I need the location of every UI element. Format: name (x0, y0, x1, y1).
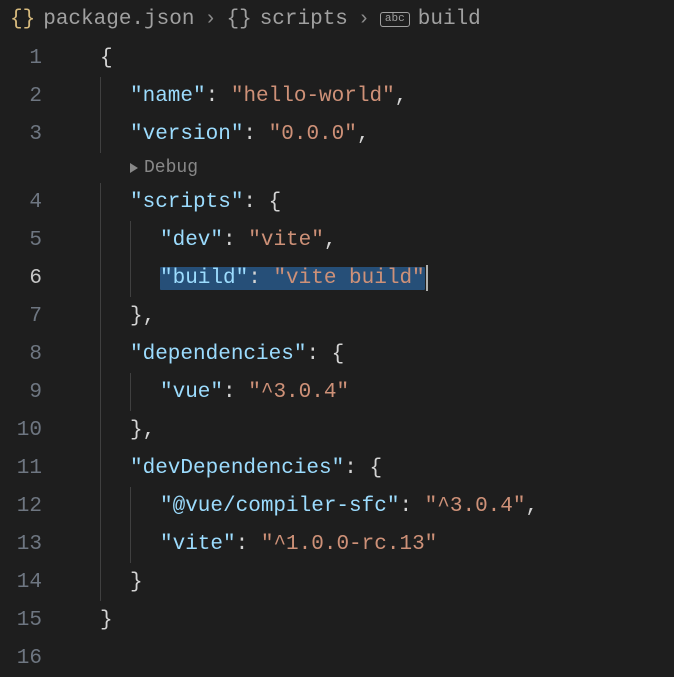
line-number: 6 (0, 267, 70, 290)
breadcrumb-label: package.json (43, 8, 194, 31)
breadcrumb-label: scripts (260, 8, 348, 31)
json-file-icon: {} (10, 8, 35, 31)
code-line[interactable]: 15 } (0, 601, 674, 639)
code-line[interactable]: 16 (0, 639, 674, 677)
line-number: 13 (0, 533, 70, 556)
selection: "build": "vite build" (160, 267, 425, 290)
code-line[interactable]: 1 { (0, 39, 674, 77)
line-number: 11 (0, 457, 70, 480)
code-line[interactable]: 6 "build": "vite build" (0, 259, 674, 297)
breadcrumb-label: build (418, 8, 481, 31)
line-number: 10 (0, 419, 70, 442)
chevron-right-icon: › (358, 8, 370, 31)
breadcrumb-item-scripts[interactable]: {} scripts (226, 8, 347, 31)
code-line[interactable]: 11 "devDependencies": { (0, 449, 674, 487)
code-line[interactable]: 7 }, (0, 297, 674, 335)
code-line[interactable]: 12 "@vue/compiler-sfc": "^3.0.4", (0, 487, 674, 525)
breadcrumb: {} package.json › {} scripts › abc build (0, 0, 674, 39)
string-icon: abc (380, 12, 410, 27)
breadcrumb-item-build[interactable]: abc build (380, 8, 481, 31)
code-line[interactable]: 14 } (0, 563, 674, 601)
code-line[interactable]: 8 "dependencies": { (0, 335, 674, 373)
code-line[interactable]: 10 }, (0, 411, 674, 449)
debug-codelens[interactable]: Debug (130, 158, 198, 178)
breadcrumb-item-file[interactable]: {} package.json (10, 8, 194, 31)
text-cursor (426, 265, 428, 291)
object-icon: {} (226, 8, 251, 31)
codelens-label: Debug (144, 158, 198, 178)
code-line[interactable]: 9 "vue": "^3.0.4" (0, 373, 674, 411)
code-line[interactable]: 13 "vite": "^1.0.0-rc.13" (0, 525, 674, 563)
line-number: 2 (0, 85, 70, 108)
line-number: 8 (0, 343, 70, 366)
code-line[interactable]: 4 "scripts": { (0, 183, 674, 221)
line-number: 16 (0, 647, 70, 670)
code-editor[interactable]: 1 { 2 "name": "hello-world", 3 "version"… (0, 39, 674, 677)
line-number: 15 (0, 609, 70, 632)
code-line[interactable]: 3 "version": "0.0.0", (0, 115, 674, 153)
line-number: 12 (0, 495, 70, 518)
line-number: 5 (0, 229, 70, 252)
codelens-row: Debug (30, 153, 674, 183)
line-number: 14 (0, 571, 70, 594)
chevron-right-icon: › (204, 8, 216, 31)
line-number: 4 (0, 191, 70, 214)
line-number: 3 (0, 123, 70, 146)
line-number: 7 (0, 305, 70, 328)
line-number: 1 (0, 47, 70, 70)
code-line[interactable]: 2 "name": "hello-world", (0, 77, 674, 115)
line-number: 9 (0, 381, 70, 404)
play-icon (130, 163, 138, 173)
code-line[interactable]: 5 "dev": "vite", (0, 221, 674, 259)
